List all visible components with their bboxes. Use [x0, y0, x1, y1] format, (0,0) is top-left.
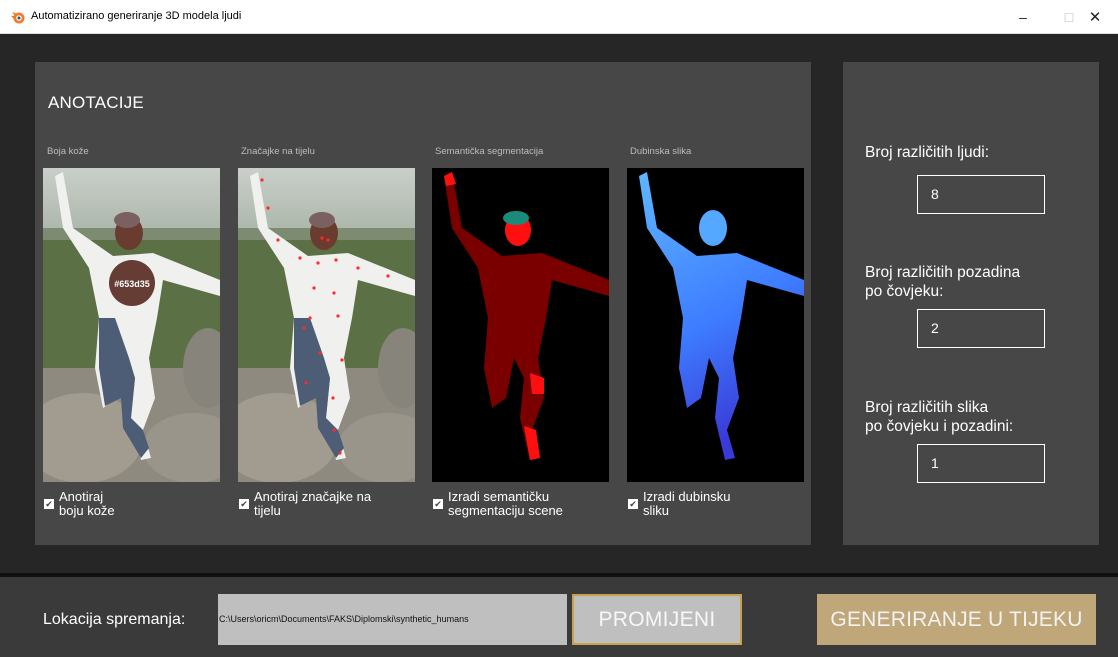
annotate-skin-color-checkbox-row[interactable]: ✔ Anotiraj boju kože — [44, 490, 131, 518]
people-count-input[interactable]: 8 — [917, 175, 1045, 214]
checkmark-icon: ✔ — [629, 498, 637, 509]
window-title: Automatizirano generiranje 3D modela lju… — [31, 10, 242, 22]
generate-button[interactable]: GENERIRANJE U TIJEKU — [817, 594, 1096, 645]
body-features-label: Značajke na tijelu — [241, 146, 315, 157]
annotate-skin-color-checkbox[interactable]: ✔ — [44, 499, 54, 509]
checkmark-icon: ✔ — [434, 498, 442, 509]
settings-panel: Broj različitih ljudi: 8 Broj različitih… — [843, 62, 1099, 545]
save-location-label: Lokacija spremanja: — [43, 611, 186, 628]
skin-color-preview: #653d35 — [43, 168, 220, 482]
close-button[interactable]: ✕ — [1072, 0, 1118, 33]
footer-bar: Lokacija spremanja: C:\Users\oricm\Docum… — [0, 577, 1118, 657]
annotate-body-features-checkbox[interactable]: ✔ — [239, 499, 249, 509]
depth-image-label: Dubinska slika — [630, 146, 692, 157]
semantic-segmentation-checkbox-row[interactable]: ✔ Izradi semantičku segmentaciju scene — [433, 490, 578, 518]
semantic-segmentation-preview — [432, 168, 609, 482]
depth-image-preview — [627, 168, 804, 482]
minimize-button[interactable]: – — [1000, 0, 1046, 33]
backgrounds-count-label-line2: po čovjeku: — [865, 283, 944, 300]
save-location-path-field[interactable]: C:\Users\oricm\Documents\FAKS\Diplomski\… — [218, 594, 567, 645]
annotations-panel: ANOTACIJE Boja kože #653d35 ✔ Anotiraj b… — [35, 62, 811, 545]
semantic-segmentation-checkbox[interactable]: ✔ — [433, 499, 443, 509]
backgrounds-count-label-line1: Broj različitih pozadina — [865, 264, 1021, 281]
images-count-label-line2: po čovjeku i pozadini: — [865, 418, 1014, 435]
backgrounds-count-input[interactable]: 2 — [917, 309, 1045, 348]
skin-color-label: Boja kože — [47, 146, 89, 157]
images-count-label-line1: Broj različitih slika — [865, 399, 989, 416]
depth-image-checkbox[interactable]: ✔ — [628, 499, 638, 509]
semantic-segmentation-checkbox-label[interactable]: Izradi semantičku segmentaciju scene — [448, 490, 578, 518]
checkmark-icon: ✔ — [240, 498, 248, 509]
depth-image-checkbox-label[interactable]: Izradi dubinsku sliku — [643, 490, 748, 518]
semantic-segmentation-label: Semantička segmentacija — [435, 146, 544, 157]
people-count-label: Broj različitih ljudi: — [865, 144, 990, 161]
blender-logo-icon — [11, 12, 25, 24]
skin-color-swatch-text: #653d35 — [114, 279, 150, 289]
checkmark-icon: ✔ — [45, 498, 53, 509]
annotate-skin-color-label[interactable]: Anotiraj boju kože — [59, 490, 131, 518]
annotations-title: ANOTACIJE — [48, 93, 144, 112]
annotate-body-features-checkbox-row[interactable]: ✔ Anotiraj značajke na tijelu — [239, 490, 374, 518]
body-features-preview — [238, 168, 415, 482]
annotate-body-features-label[interactable]: Anotiraj značajke na tijelu — [254, 490, 374, 518]
window-title-bar: Automatizirano generiranje 3D modela lju… — [0, 0, 1118, 34]
depth-image-checkbox-row[interactable]: ✔ Izradi dubinsku sliku — [628, 490, 748, 518]
change-location-button[interactable]: PROMIJENI — [572, 594, 742, 645]
images-count-input[interactable]: 1 — [917, 444, 1045, 483]
